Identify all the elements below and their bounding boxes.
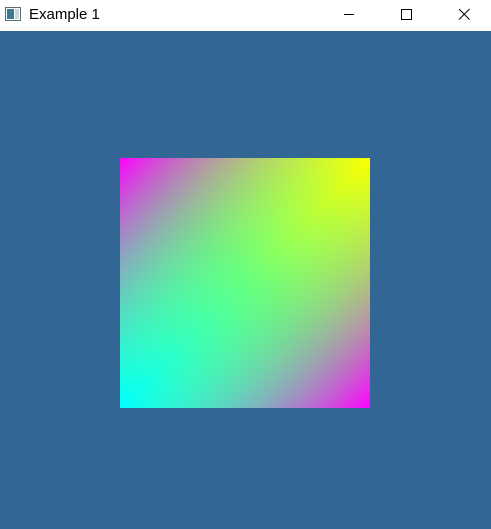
- render-viewport[interactable]: [0, 31, 491, 529]
- maximize-button[interactable]: [383, 0, 429, 31]
- gradient-square-graphic: [120, 158, 370, 408]
- close-button[interactable]: [441, 0, 487, 31]
- gradient-layer-antidiagonal: [120, 158, 370, 408]
- title-bar[interactable]: Example 1: [0, 0, 491, 31]
- gradient-square: [120, 158, 370, 408]
- minimize-button[interactable]: [326, 0, 372, 31]
- minimize-icon: [343, 7, 355, 25]
- app-window-icon[interactable]: [5, 7, 21, 21]
- window-title: Example 1: [29, 6, 100, 23]
- app-window: Example 1: [0, 0, 491, 529]
- maximize-icon: [400, 7, 412, 25]
- close-icon: [458, 7, 470, 25]
